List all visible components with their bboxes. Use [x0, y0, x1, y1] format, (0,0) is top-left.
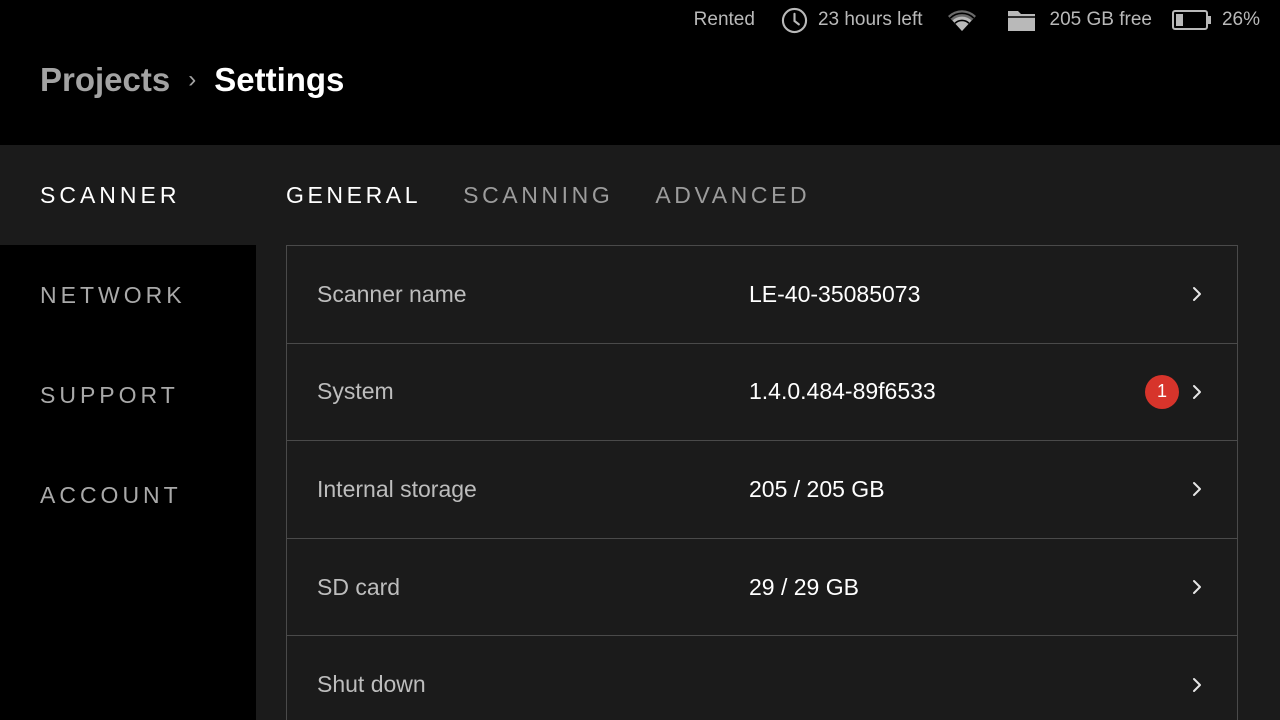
sidebar-item-account[interactable]: ACCOUNT	[0, 445, 256, 545]
battery-icon	[1171, 10, 1211, 30]
setting-label: System	[317, 378, 394, 405]
storage-status: 205 GB free	[1007, 8, 1152, 32]
sidebar-item-scanner[interactable]: SCANNER	[0, 145, 256, 245]
settings-tabs: GENERAL SCANNING ADVANCED	[286, 145, 852, 245]
sidebar-item-label: NETWORK	[40, 281, 186, 308]
breadcrumb-separator: ›	[188, 66, 197, 93]
status-bar: Rented 23 hours left 205 GB free 26%	[694, 0, 1260, 40]
sidebar: SCANNER NETWORK SUPPORT ACCOUNT	[0, 145, 256, 720]
battery-fill	[1175, 14, 1183, 26]
sidebar-item-label: SCANNER	[40, 181, 181, 208]
setting-label: Scanner name	[317, 280, 467, 307]
setting-row-system[interactable]: System 1.4.0.484-89f6533 1	[287, 344, 1237, 442]
storage-free-text: 205 GB free	[1049, 9, 1152, 30]
setting-label: Shut down	[317, 671, 426, 698]
setting-row-sd-card[interactable]: SD card 29 / 29 GB	[287, 539, 1237, 637]
page-title: Settings	[214, 61, 345, 98]
battery-status: 26%	[1171, 9, 1260, 31]
setting-row-internal-storage[interactable]: Internal storage 205 / 205 GB	[287, 441, 1237, 539]
tab-advanced[interactable]: ADVANCED	[655, 182, 810, 209]
setting-row-shut-down[interactable]: Shut down	[287, 636, 1237, 720]
battery-percent-text: 26%	[1221, 9, 1260, 30]
setting-value: 29 / 29 GB	[749, 573, 859, 600]
chevron-right-icon	[1193, 384, 1201, 399]
breadcrumb-projects-link[interactable]: Projects	[40, 61, 170, 99]
settings-list: Scanner name LE-40-35085073 System 1.4.0…	[286, 245, 1238, 720]
chevron-right-icon	[1193, 287, 1201, 302]
chevron-right-icon	[1193, 677, 1201, 692]
chevron-right-icon	[1193, 482, 1201, 497]
time-left-text: 23 hours left	[817, 9, 923, 30]
tab-scanning[interactable]: SCANNING	[463, 182, 613, 209]
clock-icon	[781, 7, 808, 33]
breadcrumb: Projects › Settings	[40, 54, 344, 106]
setting-value: LE-40-35085073	[749, 280, 921, 307]
setting-value: 205 / 205 GB	[749, 475, 885, 502]
sidebar-item-support[interactable]: SUPPORT	[0, 345, 256, 445]
rental-status: Rented	[694, 9, 755, 31]
sidebar-item-label: SUPPORT	[40, 381, 179, 408]
sidebar-item-label: ACCOUNT	[40, 481, 182, 508]
setting-row-scanner-name[interactable]: Scanner name LE-40-35085073	[287, 246, 1237, 344]
setting-label: SD card	[317, 573, 401, 600]
rental-status-label: Rented	[693, 9, 755, 30]
wifi-icon	[947, 10, 976, 31]
setting-value: 1.4.0.484-89f6533	[749, 378, 936, 405]
settings-body: SCANNER NETWORK SUPPORT ACCOUNT GENERAL …	[0, 145, 1280, 720]
update-count-badge: 1	[1145, 374, 1179, 409]
folder-icon	[1007, 11, 1035, 31]
wifi-status	[947, 8, 977, 32]
rental-time-left: 23 hours left	[781, 7, 923, 34]
setting-label: Internal storage	[317, 475, 477, 502]
app-window: Rented 23 hours left 205 GB free 26% Pro…	[0, 0, 1280, 720]
sidebar-item-network[interactable]: NETWORK	[0, 245, 256, 345]
chevron-right-icon	[1193, 580, 1201, 595]
tab-general[interactable]: GENERAL	[286, 182, 421, 209]
